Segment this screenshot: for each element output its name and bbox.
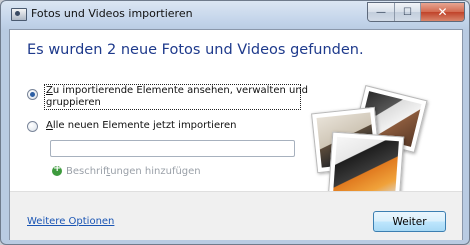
window-title: Fotos und Videos importieren — [31, 7, 193, 20]
import-dialog-window: Fotos und Videos importieren — ☐ ✕ Es wu… — [0, 0, 470, 245]
option-import-all-label[interactable]: Alle neuen Elemente jetzt importieren — [46, 120, 237, 132]
option-review-mnemonic: Z — [46, 85, 53, 96]
close-icon: ✕ — [437, 5, 448, 19]
tag-input[interactable] — [50, 140, 295, 157]
more-options-link[interactable]: Weitere Optionen — [27, 216, 114, 227]
minimize-button[interactable]: — — [368, 3, 395, 21]
close-button[interactable]: ✕ — [421, 3, 464, 21]
titlebar[interactable]: Fotos und Videos importieren — ☐ ✕ — [1, 1, 469, 29]
option-review-label[interactable]: Zu importierende Elemente ansehen, verwa… — [46, 85, 308, 109]
continue-button[interactable]: Weiter — [373, 211, 446, 232]
window-controls: — ☐ ✕ — [367, 2, 465, 22]
add-tags-label: Beschriftungen hinzufügen — [66, 166, 201, 177]
dialog-heading: Es wurden 2 neue Fotos und Videos gefund… — [27, 42, 364, 58]
photos-illustration — [300, 85, 450, 206]
add-tag-icon — [52, 163, 62, 176]
option-review-text: u importierende Elemente ansehen, verwal… — [52, 85, 309, 96]
add-tags-text-b: ungen hinzufügen — [110, 166, 201, 177]
option-import-all-mnemonic: A — [46, 120, 53, 131]
minimize-icon: — — [376, 6, 386, 18]
option-review-text-line2: gruppieren — [46, 97, 101, 108]
maximize-button[interactable]: ☐ — [395, 3, 421, 21]
option-import-all-text: lle neuen Elemente jetzt importieren — [52, 120, 237, 131]
add-tags-text-a: Beschrif — [66, 166, 107, 177]
dialog-footer: Weitere Optionen Weiter — [10, 191, 462, 240]
dialog-content: Es wurden 2 neue Fotos und Videos gefund… — [9, 29, 463, 240]
camera-icon — [11, 8, 27, 21]
maximize-icon: ☐ — [403, 6, 412, 18]
radio-review-items[interactable] — [27, 89, 38, 100]
radio-import-all[interactable] — [27, 121, 38, 132]
